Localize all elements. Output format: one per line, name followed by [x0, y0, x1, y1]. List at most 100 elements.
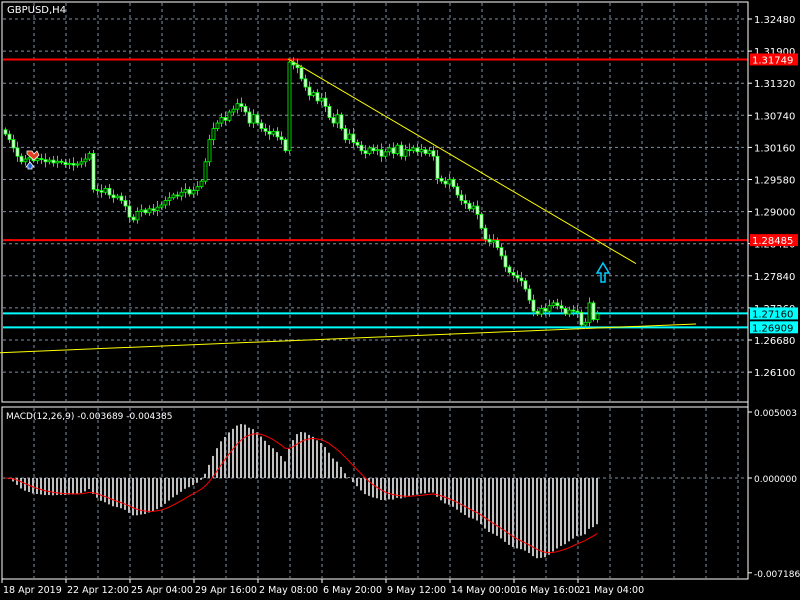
- candle-body: [403, 149, 408, 157]
- candle-body: [275, 130, 280, 138]
- candle-body: [315, 92, 320, 102]
- macd-histogram-bar: [416, 478, 418, 495]
- candle-body: [507, 266, 512, 273]
- candle-body: [435, 155, 440, 179]
- candle-body: [551, 302, 556, 307]
- macd-histogram-bar: [140, 478, 142, 515]
- macd-histogram-bar: [428, 478, 430, 493]
- macd-histogram-bar: [340, 466, 342, 478]
- candle-body: [67, 163, 72, 165]
- macd-histogram-bar: [16, 478, 18, 485]
- candle-body: [463, 200, 468, 204]
- candle-body: [299, 67, 304, 80]
- time-tick-label: 9 May 12:00: [387, 585, 446, 596]
- macd-histogram-bar: [144, 478, 146, 515]
- candle-body: [459, 194, 464, 201]
- candle-body: [211, 128, 216, 141]
- macd-histogram-bar: [580, 478, 582, 536]
- macd-histogram-bar: [272, 448, 274, 478]
- macd-histogram-bar: [568, 478, 570, 542]
- macd-histogram-bar: [148, 478, 150, 513]
- candle-body: [311, 92, 316, 96]
- candle-body: [263, 128, 268, 132]
- buy-arrow-icon: [595, 261, 611, 283]
- macd-histogram-bar: [280, 456, 282, 478]
- macd-histogram-bar: [36, 478, 38, 495]
- candle-body: [347, 133, 352, 141]
- candle-body: [7, 133, 12, 141]
- candle-body: [143, 209, 148, 214]
- macd-histogram-bar: [584, 478, 586, 535]
- candle-body: [291, 61, 296, 66]
- chart-title: GBPUSD,H4: [7, 5, 66, 16]
- macd-histogram-bar: [308, 434, 310, 478]
- macd-histogram-bar: [332, 458, 334, 478]
- candle-body: [203, 161, 208, 182]
- macd-histogram-bar: [64, 478, 66, 495]
- macd-histogram-bar: [556, 478, 558, 549]
- candle-body: [223, 117, 228, 121]
- candle-body: [115, 195, 120, 199]
- trendlines[interactable]: [0, 58, 697, 354]
- candle-body: [531, 299, 536, 312]
- candle-body: [43, 159, 48, 163]
- candle-body: [135, 211, 140, 221]
- macd-histogram-bar: [172, 478, 174, 498]
- candle-body: [395, 144, 400, 154]
- macd-histogram-bar: [176, 478, 178, 495]
- candle-body: [579, 311, 584, 326]
- candle-body: [491, 239, 496, 243]
- macd-histogram-bar: [156, 478, 158, 510]
- macd-indicator: [4, 424, 598, 559]
- macd-histogram-bar: [328, 452, 330, 478]
- macd-histogram-bar: [404, 478, 406, 498]
- candle-body: [515, 274, 520, 279]
- macd-histogram-bar: [72, 478, 74, 495]
- candle-body: [351, 133, 356, 143]
- candle-body: [103, 187, 108, 193]
- macd-histogram-bar: [596, 478, 598, 525]
- candle-body: [247, 111, 252, 124]
- candle-body: [11, 139, 16, 149]
- candle-body: [15, 147, 20, 157]
- trading-chart[interactable]: 1.324801.319001.313201.307401.301601.295…: [0, 0, 800, 600]
- macd-histogram-bar: [120, 478, 122, 509]
- macd-histogram-bar: [532, 478, 534, 557]
- price-level-label: 1.26909: [752, 323, 793, 334]
- candle-body: [75, 163, 80, 166]
- macd-histogram-bar: [412, 478, 414, 496]
- macd-histogram-bar: [592, 478, 594, 528]
- candle-body: [107, 187, 112, 196]
- macd-histogram-bar: [216, 448, 218, 478]
- price-tick-label: 1.26680: [754, 336, 795, 347]
- macd-histogram-bar: [152, 478, 154, 512]
- macd-histogram-bar: [44, 478, 46, 496]
- macd-histogram-bar: [96, 478, 98, 498]
- macd-histogram-bar: [276, 452, 278, 478]
- macd-histogram-bar: [288, 448, 290, 478]
- candle-body: [23, 158, 28, 163]
- macd-histogram-bar: [112, 478, 114, 507]
- macd-histogram-bar: [204, 473, 206, 478]
- macd-histogram-bar: [100, 478, 102, 501]
- candle-body: [475, 205, 480, 215]
- price-tick-label: 1.30740: [754, 111, 795, 122]
- candle-body: [371, 147, 376, 152]
- candle-body: [547, 305, 552, 312]
- candle-body: [39, 158, 44, 160]
- macd-histogram-bar: [224, 436, 226, 478]
- candle-body: [367, 147, 372, 154]
- time-tick-label: 14 May 00:00: [451, 585, 516, 596]
- candle-body: [575, 310, 580, 313]
- macd-histogram-bar: [196, 478, 198, 483]
- time-tick-label: 18 Apr 2019: [3, 585, 62, 596]
- price-tick-label: 1.29000: [754, 208, 795, 219]
- candle-body: [87, 153, 92, 160]
- price-level-label: 1.31749: [752, 55, 793, 66]
- time-tick-label: 2 May 08:00: [259, 585, 318, 596]
- macd-histogram-bar: [348, 477, 350, 478]
- macd-histogram-bar: [508, 478, 510, 545]
- candle-body: [471, 205, 476, 210]
- macd-histogram-bar: [200, 478, 202, 480]
- candle-body: [283, 139, 288, 152]
